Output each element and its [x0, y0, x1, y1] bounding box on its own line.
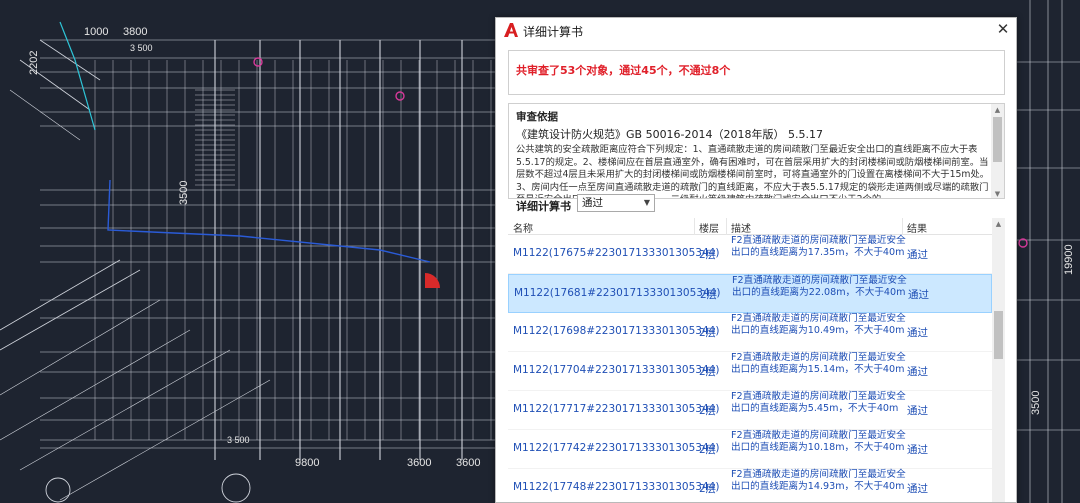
header-floor[interactable]: 楼层 — [699, 220, 719, 235]
row-description: F2直通疏散走道的房间疏散门至最近安全出口的直线距离为15.14m，不大于40m — [731, 352, 906, 376]
table-body: M1122(17675#223017133301305344) 2层 F2直通疏散走… — [508, 235, 992, 502]
summary-text: 共审查了53个对象，通过45个，不通过8个 — [516, 64, 731, 77]
row-name-link[interactable]: M1122(17704#223017133301305344) — [513, 364, 719, 376]
row-name-link[interactable]: M1122(17675#223017133301305344) — [513, 247, 719, 259]
row-description: F2直通疏散走道的房间疏散门至最近安全出口的直线距离为17.35m，不大于40m — [731, 235, 906, 259]
cad-dim-3600-b: 3600 — [456, 457, 481, 469]
row-result: 通过 — [907, 405, 928, 417]
basis-panel: 审查依据 《建筑设计防火规范》GB 50016-2014（2018年版） 5.5… — [508, 103, 1005, 199]
row-description: F2直通疏散走道的房间疏散门至最近安全出口的直线距离为10.49m，不大于40m — [731, 313, 906, 337]
row-name-link[interactable]: M1122(17698#223017133301305344) — [513, 325, 719, 337]
dialog-title: 详细计算书 — [523, 25, 584, 39]
header-name[interactable]: 名称 — [513, 220, 533, 235]
row-floor: 2层 — [699, 483, 717, 495]
row-result: 通过 — [907, 366, 928, 378]
row-result: 通过 — [907, 249, 928, 261]
filter-selected-value: 通过 — [582, 197, 603, 209]
row-result: 通过 — [907, 444, 928, 456]
chevron-down-icon: ▼ — [643, 198, 650, 207]
cad-dim-3500-right: 3500 — [1030, 390, 1042, 415]
cad-dim-3500-left: 3500 — [178, 180, 190, 205]
basis-scrollbar[interactable]: ▲ ▼ — [991, 104, 1004, 198]
detail-calculation-dialog: 详细计算书 ✕ 共审查了53个对象，通过45个，不通过8个 审查依据 《建筑设计… — [495, 17, 1017, 503]
table-row[interactable]: M1122(17748#223017133301305344) 2层 F2直通疏散走… — [508, 469, 992, 502]
row-floor: 2层 — [699, 366, 717, 378]
row-result: 通过 — [907, 483, 928, 495]
row-result: 通过 — [907, 327, 928, 339]
table-scrollbar[interactable]: ▲ — [992, 218, 1005, 502]
cad-dim-19900: 19900 — [1063, 244, 1075, 275]
scroll-up-arrow-icon[interactable]: ▲ — [991, 104, 1004, 116]
header-desc[interactable]: 描述 — [731, 220, 751, 235]
row-name-link[interactable]: M1122(17742#223017133301305344) — [513, 442, 719, 454]
cad-dim-3500-bottom: 3 500 — [227, 435, 250, 445]
results-table: 名称 楼层 描述 结果 M1122(17675#2230171333013053… — [508, 218, 1005, 502]
basis-heading: 审查依据 — [516, 111, 558, 123]
scroll-up-arrow-icon[interactable]: ▲ — [992, 218, 1005, 230]
table-row[interactable]: M1122(17717#223017133301305344) 2层 F2直通疏散走… — [508, 391, 992, 430]
row-result: 通过 — [908, 289, 929, 301]
basis-scroll-thumb[interactable] — [993, 117, 1002, 162]
detail-calc-label: 详细计算书 — [516, 200, 571, 213]
close-button[interactable]: ✕ — [990, 18, 1016, 42]
cad-dim-3500-top: 3 500 — [130, 43, 153, 53]
cad-dim-3800: 3800 — [123, 26, 148, 38]
row-name-link[interactable]: M1122(17748#223017133301305344) — [513, 481, 719, 493]
table-row[interactable]: M1122(17675#223017133301305344) 2层 F2直通疏散走… — [508, 235, 992, 274]
autocad-logo-icon — [504, 23, 518, 37]
cad-dim-9800: 9800 — [295, 457, 320, 469]
table-row[interactable]: M1122(17698#223017133301305344) 2层 F2直通疏散走… — [508, 313, 992, 352]
row-description: F2直通疏散走道的房间疏散门至最近安全出口的直线距离为10.18m，不大于40m — [731, 430, 906, 454]
row-floor: 2层 — [699, 444, 717, 456]
table-row[interactable]: M1122(17704#223017133301305344) 2层 F2直通疏散走… — [508, 352, 992, 391]
column-divider[interactable] — [726, 218, 727, 235]
table-header: 名称 楼层 描述 结果 — [508, 218, 992, 235]
dialog-titlebar[interactable]: 详细计算书 ✕ — [496, 18, 1016, 44]
row-name-link[interactable]: M1122(17717#223017133301305344) — [513, 403, 719, 415]
scroll-down-arrow-icon[interactable]: ▼ — [991, 188, 1004, 198]
row-floor: 2层 — [700, 289, 718, 301]
basis-body-text: 公共建筑的安全疏散距离应符合下列规定：1、直通疏散走道的房间疏散门至最近安全出口… — [516, 144, 990, 198]
result-filter-dropdown[interactable]: 通过 ▼ — [577, 194, 655, 212]
cad-dim-3600-a: 3600 — [407, 457, 432, 469]
table-row[interactable]: M1122(17742#223017133301305344) 2层 F2直通疏散走… — [508, 430, 992, 469]
row-floor: 2层 — [699, 405, 717, 417]
cad-dim-2202: 2202 — [28, 50, 40, 75]
column-divider[interactable] — [694, 218, 695, 235]
header-result[interactable]: 结果 — [907, 220, 927, 235]
cad-dim-1000: 1000 — [84, 26, 109, 38]
column-divider[interactable] — [902, 218, 903, 235]
row-floor: 2层 — [699, 249, 717, 261]
row-name-link[interactable]: M1122(17681#223017133301305344) — [514, 287, 720, 299]
summary-panel: 共审查了53个对象，通过45个，不通过8个 — [508, 50, 1005, 95]
row-description: F2直通疏散走道的房间疏散门至最近安全出口的直线距离为22.08m，不大于40m — [732, 275, 907, 299]
row-floor: 2层 — [699, 327, 717, 339]
table-row[interactable]: M1122(17681#223017133301305344) 2层 F2直通疏散走… — [508, 274, 992, 313]
table-scroll-thumb[interactable] — [994, 311, 1003, 359]
row-description: F2直通疏散走道的房间疏散门至最近安全出口的直线距离为5.45m，不大于40m — [731, 391, 906, 415]
basis-standard: 《建筑设计防火规范》GB 50016-2014（2018年版） 5.5.17 — [516, 128, 823, 141]
row-description: F2直通疏散走道的房间疏散门至最近安全出口的直线距离为14.93m，不大于40m — [731, 469, 906, 493]
